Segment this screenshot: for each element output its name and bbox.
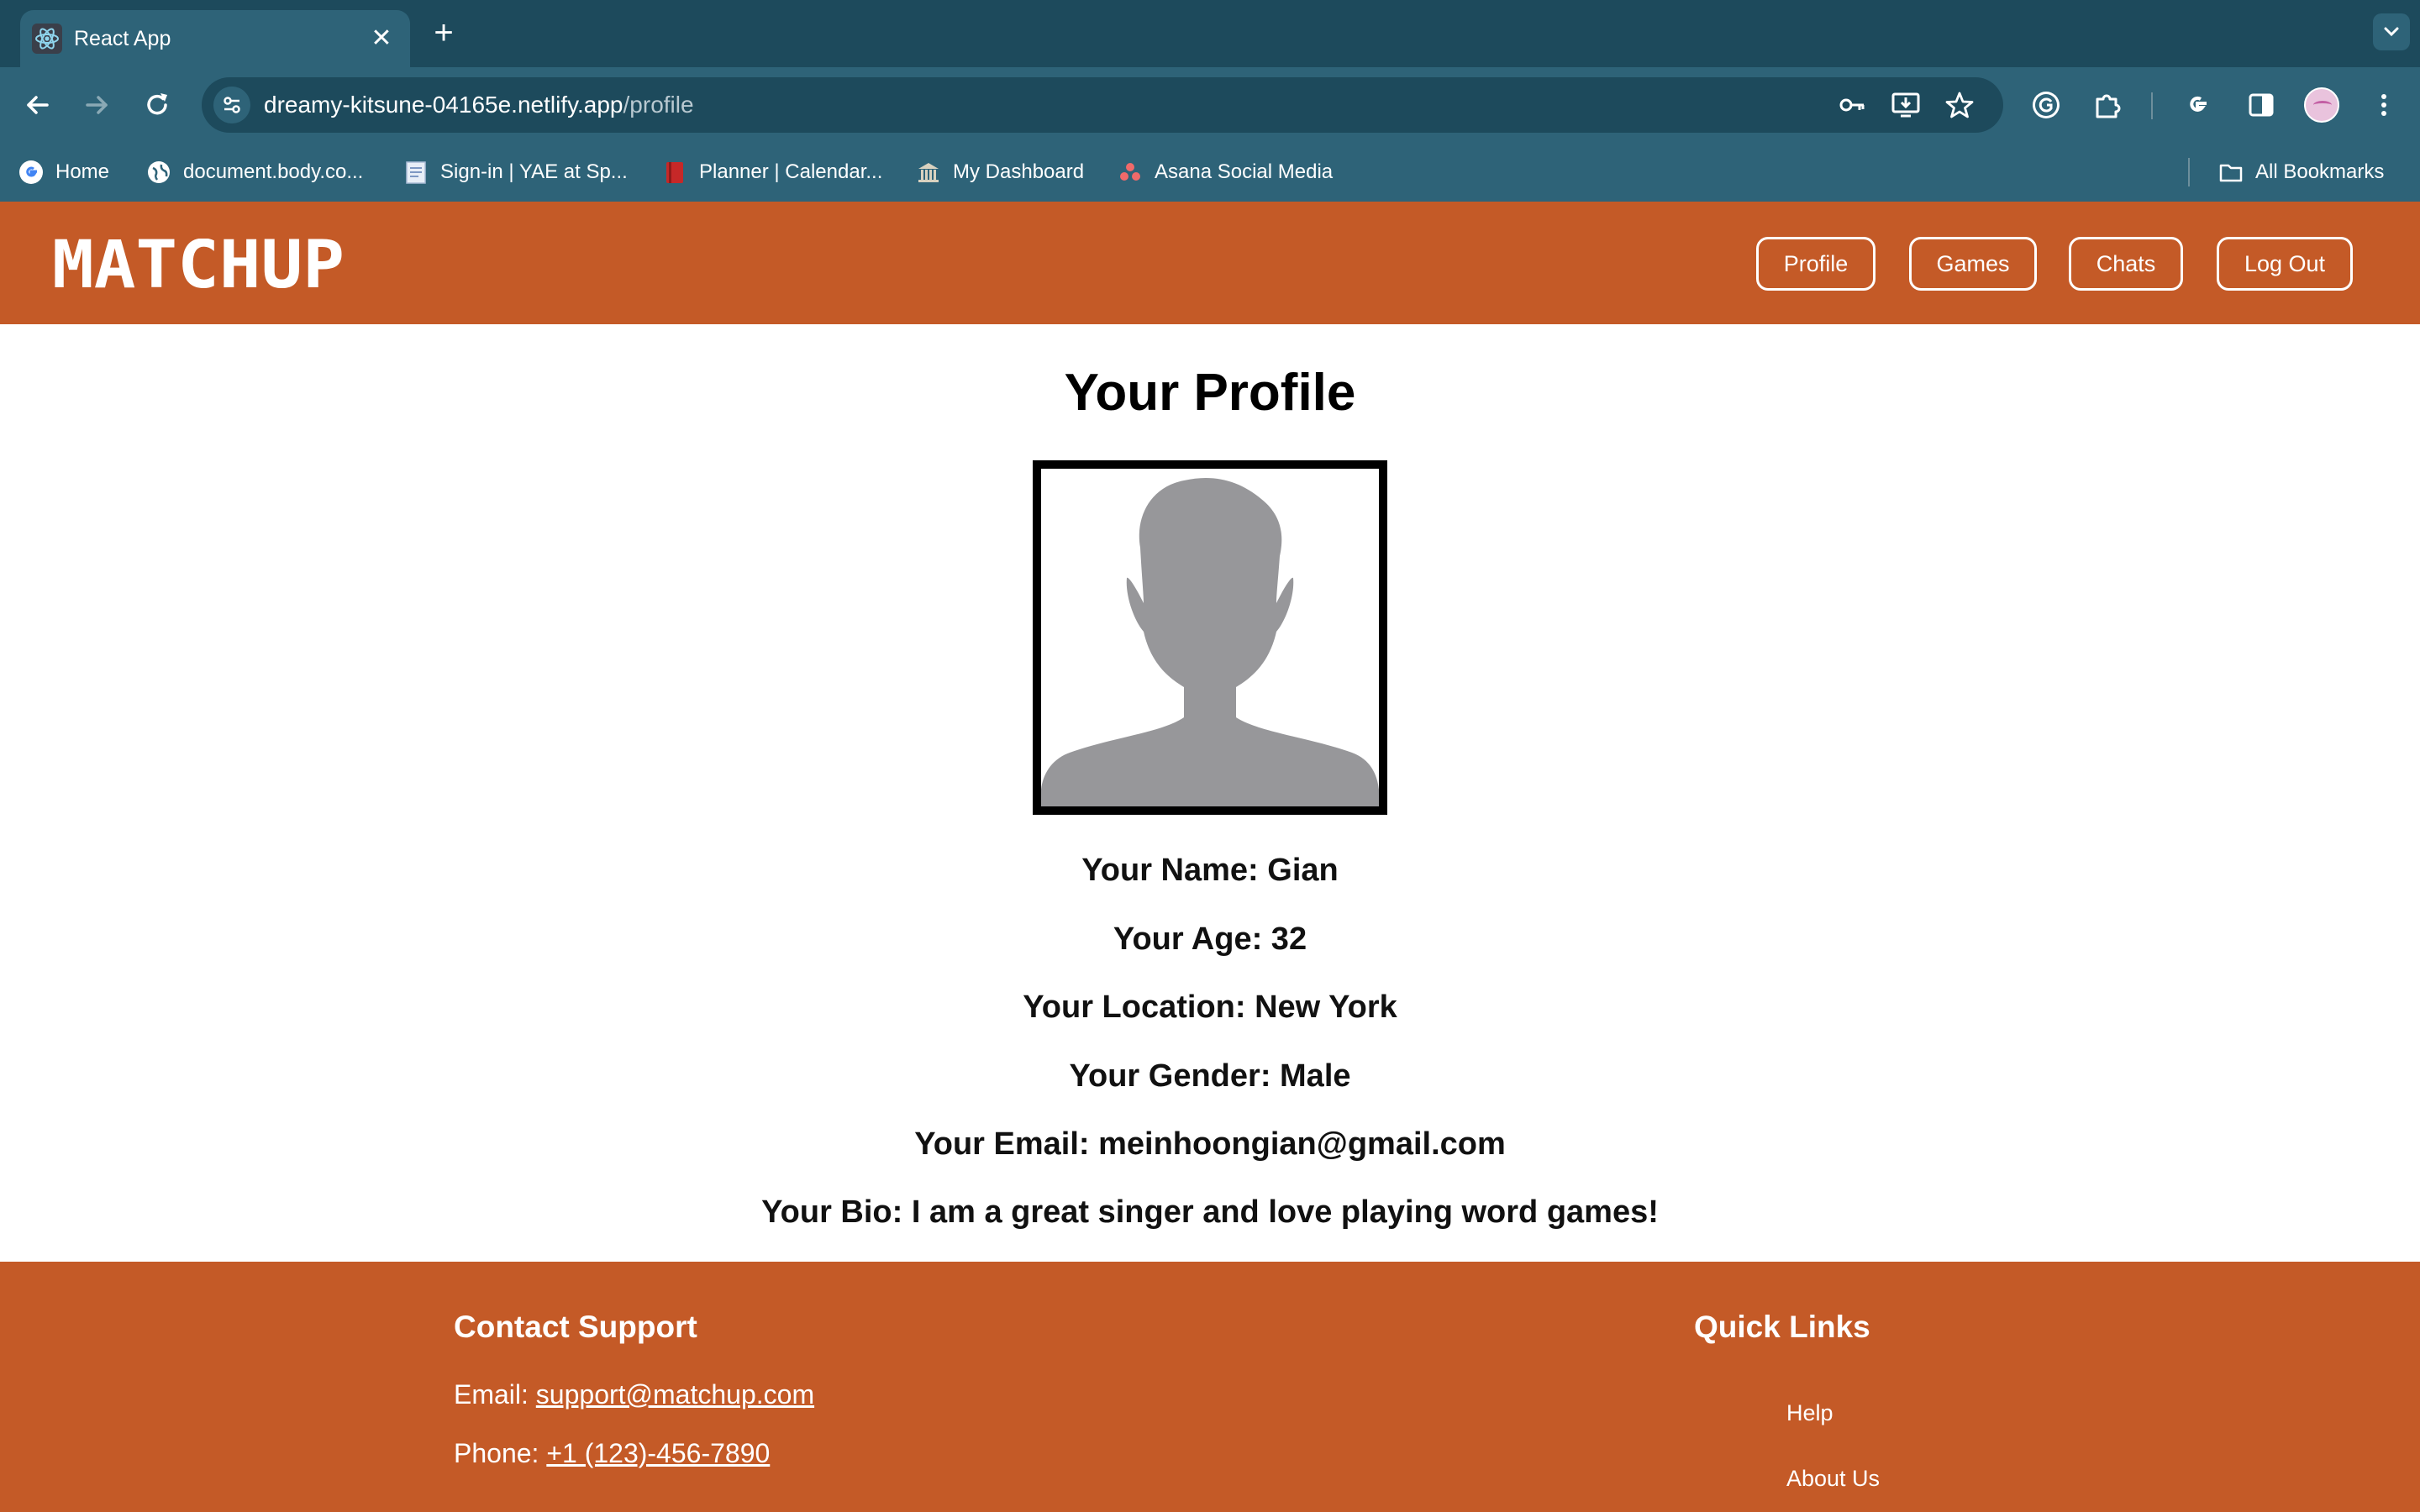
bookmark-label: My Dashboard — [953, 160, 1085, 183]
toolbar-divider — [2151, 92, 2153, 119]
page-title: Your Profile — [1064, 364, 1356, 422]
chevron-down-icon — [2384, 27, 2399, 37]
extensions-icon[interactable] — [2089, 86, 2128, 124]
document-icon — [406, 161, 426, 184]
bookmarks-divider — [2188, 158, 2190, 186]
url-host: dreamy-kitsune-04165e.netlify.app — [264, 92, 623, 118]
reload-icon[interactable] — [138, 86, 176, 124]
tab-search-button[interactable] — [2373, 13, 2410, 50]
browser-toolbar: dreamy-kitsune-04165e.netlify.app/profil… — [0, 67, 2420, 143]
support-email-label: Email: — [454, 1379, 536, 1410]
profile-age: Your Age: 32 — [1113, 921, 1307, 957]
profile-name: Your Name: Gian — [1081, 853, 1339, 888]
address-bar[interactable]: dreamy-kitsune-04165e.netlify.app/profil… — [202, 77, 2003, 133]
back-arrow-icon[interactable] — [18, 86, 57, 124]
star-icon[interactable] — [1944, 90, 1975, 120]
google-icon — [19, 160, 43, 184]
bookmark-label: document.body.co... — [183, 160, 364, 183]
avatar-signature-icon — [2313, 101, 2332, 109]
asana-icon — [1120, 163, 1140, 181]
bookmark-label: Home — [55, 160, 110, 183]
install-app-icon[interactable] — [1891, 90, 1921, 120]
profile-bio: Your Bio: I am a great singer and love p… — [761, 1194, 1659, 1230]
url-path: /profile — [623, 92, 694, 118]
react-icon — [32, 24, 62, 54]
person-placeholder-icon — [1041, 477, 1379, 806]
tab-close-icon[interactable]: ✕ — [365, 22, 398, 55]
profile-email: Your Email: meinhoongian@gmail.com — [914, 1126, 1506, 1162]
site-settings-button[interactable] — [213, 87, 250, 123]
bookmark-label: Asana Social Media — [1155, 160, 1334, 183]
new-tab-button[interactable]: + — [427, 16, 460, 50]
logo-text: MATCHUP — [52, 239, 345, 292]
planner-icon — [666, 162, 683, 183]
url-text[interactable]: dreamy-kitsune-04165e.netlify.app/profil… — [264, 77, 694, 133]
profile-photo — [1033, 460, 1387, 815]
profile-gender: Your Gender: Male — [1069, 1058, 1351, 1094]
bookmarks-bar: Home document.body.co... Sign-in | YAE a… — [0, 143, 2420, 202]
google-g-icon[interactable] — [2178, 86, 2217, 124]
quick-link-help[interactable]: Help — [1786, 1398, 1833, 1428]
profile-nav-button[interactable]: Profile — [1756, 237, 1876, 291]
profile-page: Your Profile Your Name: Gian Your Age: 3… — [0, 324, 2420, 1262]
contact-support-heading: Contact Support — [454, 1310, 697, 1344]
support-phone-link[interactable]: +1 (123)-456-7890 — [546, 1438, 770, 1468]
forward-arrow-icon[interactable] — [77, 86, 116, 124]
profile-avatar[interactable] — [2304, 87, 2339, 123]
chats-nav-button[interactable]: Chats — [2069, 237, 2183, 291]
all-bookmarks-label: All Bookmarks — [2255, 160, 2385, 183]
tune-icon — [224, 97, 240, 113]
bookmark-label: Planner | Calendar... — [699, 160, 883, 183]
matchup-logo[interactable]: MATCHUP — [52, 239, 345, 292]
tab-title: React App — [74, 27, 171, 50]
globe-icon — [148, 161, 170, 183]
quick-links-heading: Quick Links — [1694, 1310, 1870, 1344]
side-panel-icon[interactable] — [2242, 86, 2281, 124]
support-phone-label: Phone: — [454, 1438, 547, 1468]
logout-nav-button[interactable]: Log Out — [2217, 237, 2353, 291]
profile-location: Your Location: New York — [1023, 990, 1397, 1025]
grammarly-icon[interactable] — [2027, 86, 2065, 124]
building-icon — [918, 163, 939, 182]
site-footer: Contact Support Email: support@matchup.c… — [0, 1262, 2420, 1512]
games-nav-button[interactable]: Games — [1909, 237, 2037, 291]
bookmark-label: Sign-in | YAE at Sp... — [440, 160, 628, 183]
support-email-line: Email: support@matchup.com — [454, 1376, 814, 1413]
menu-kebab-icon[interactable] — [2365, 86, 2403, 124]
app-header: MATCHUP Profile Games Chats Log Out — [0, 202, 2420, 324]
browser-tab-strip: React App ✕ + — [0, 0, 2420, 67]
support-email-link[interactable]: support@matchup.com — [536, 1379, 814, 1410]
folder-icon — [2219, 164, 2243, 182]
support-phone-line: Phone: +1 (123)-456-7890 — [454, 1435, 770, 1472]
key-icon[interactable] — [1837, 90, 1867, 120]
browser-tab[interactable]: React App ✕ — [20, 10, 410, 67]
quick-link-about-us[interactable]: About Us — [1786, 1463, 1880, 1494]
